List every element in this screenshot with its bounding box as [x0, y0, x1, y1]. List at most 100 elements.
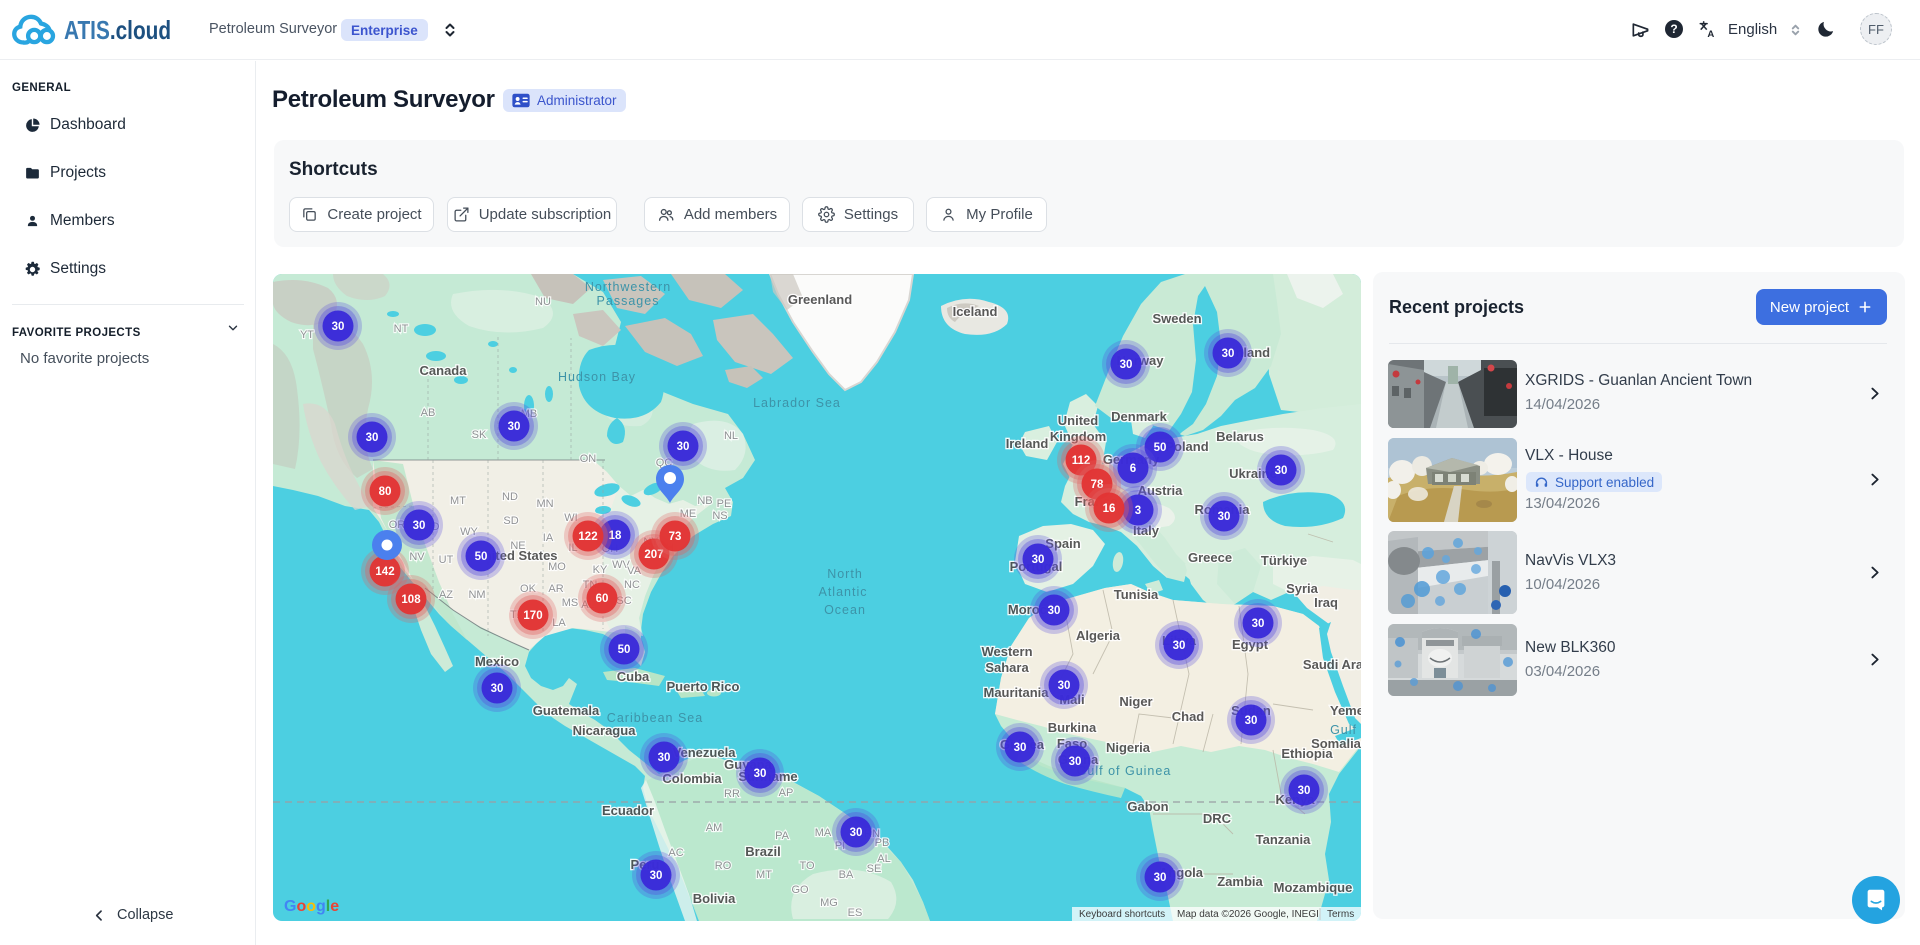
svg-text:NU: NU [535, 296, 551, 308]
svg-text:A: A [1707, 29, 1714, 39]
svg-text:United: United [1058, 413, 1099, 428]
svg-text:Keyboard shortcuts: Keyboard shortcuts [1079, 909, 1165, 920]
svg-text:50: 50 [618, 644, 631, 656]
svg-text:Sahara: Sahara [985, 660, 1029, 675]
svg-text:30: 30 [677, 441, 690, 453]
svg-text:80: 80 [379, 486, 392, 498]
svg-text:Caribbean Sea: Caribbean Sea [607, 711, 703, 725]
svg-text:Mauritania: Mauritania [983, 685, 1049, 700]
svg-text:Algeria: Algeria [1076, 628, 1121, 643]
svg-text:Mozambique: Mozambique [1274, 880, 1353, 895]
svg-text:30: 30 [366, 432, 379, 444]
svg-text:Yeme: Yeme [1330, 703, 1361, 718]
svg-text:MS: MS [562, 597, 579, 609]
svg-text:Chad: Chad [1172, 709, 1205, 724]
svg-text:MN: MN [536, 498, 553, 510]
svg-text:NL: NL [724, 430, 738, 442]
svg-text:6: 6 [1130, 463, 1136, 475]
svg-text:SD: SD [503, 515, 518, 527]
svg-text:30: 30 [1058, 680, 1071, 692]
svg-text:Northwestern: Northwestern [585, 280, 671, 294]
svg-text:Niger: Niger [1119, 694, 1152, 709]
svg-text:170: 170 [523, 610, 542, 622]
svg-text:North: North [827, 567, 863, 581]
svg-text:30: 30 [1218, 511, 1231, 523]
svg-text:Puerto Rico: Puerto Rico [667, 679, 740, 694]
svg-text:Terms: Terms [1327, 909, 1354, 920]
svg-text:MO: MO [548, 561, 566, 573]
svg-text:MG: MG [820, 897, 838, 909]
svg-text:3: 3 [1135, 505, 1141, 517]
svg-text:30: 30 [850, 827, 863, 839]
svg-text:RR: RR [724, 788, 740, 800]
svg-text:30: 30 [1245, 715, 1258, 727]
svg-text:16: 16 [1103, 503, 1116, 515]
svg-text:30: 30 [754, 768, 767, 780]
svg-text:IA: IA [543, 532, 554, 544]
svg-text:Nicaragua: Nicaragua [573, 723, 637, 738]
svg-text:MA: MA [815, 827, 832, 839]
svg-text:30: 30 [1275, 465, 1288, 477]
svg-text:NV: NV [409, 551, 425, 563]
svg-text:DRC: DRC [1203, 811, 1232, 826]
svg-text:73: 73 [669, 531, 682, 543]
svg-text:60: 60 [596, 593, 609, 605]
svg-text:30: 30 [1252, 618, 1265, 630]
svg-text:142: 142 [375, 566, 394, 578]
svg-text:Labrador Sea: Labrador Sea [753, 396, 841, 410]
svg-text:AB: AB [421, 407, 436, 419]
svg-text:Tanzania: Tanzania [1256, 832, 1311, 847]
svg-text:AZ: AZ [439, 589, 453, 601]
svg-text:TO: TO [799, 860, 815, 872]
svg-text:ND: ND [502, 491, 518, 503]
svg-text:30: 30 [1048, 605, 1061, 617]
svg-text:Ecuador: Ecuador [602, 803, 654, 818]
svg-text:30: 30 [1014, 742, 1027, 754]
svg-text:Google: Google [284, 898, 339, 915]
svg-text:Atlantic: Atlantic [819, 585, 868, 599]
svg-text:Hudson Bay: Hudson Bay [558, 370, 636, 384]
svg-text:30: 30 [1173, 640, 1186, 652]
svg-text:NC: NC [624, 579, 640, 591]
svg-text:PA: PA [775, 830, 790, 842]
svg-text:Bolivia: Bolivia [693, 891, 736, 906]
svg-text:Türkiye: Türkiye [1261, 553, 1307, 568]
svg-text:SK: SK [472, 429, 487, 441]
svg-text:NM: NM [468, 589, 485, 601]
svg-text:UT: UT [439, 554, 454, 566]
svg-text:NE: NE [510, 540, 525, 552]
svg-text:SE: SE [867, 863, 882, 875]
svg-text:Saudi Arab: Saudi Arab [1303, 657, 1361, 672]
svg-text:108: 108 [401, 594, 421, 606]
svg-text:Greenland: Greenland [788, 292, 852, 307]
svg-text:Guatemala: Guatemala [533, 703, 600, 718]
svg-text:PE: PE [717, 498, 732, 510]
svg-text:Somalia: Somalia [1311, 736, 1361, 751]
svg-text:NB: NB [697, 495, 712, 507]
svg-text:Greece: Greece [1188, 550, 1232, 565]
svg-text:Gulf of: Gulf of [1330, 723, 1361, 737]
svg-text:30: 30 [508, 421, 521, 433]
svg-text:50: 50 [475, 551, 488, 563]
svg-text:Canada: Canada [420, 363, 468, 378]
svg-text:30: 30 [491, 683, 504, 695]
svg-text:30: 30 [1032, 554, 1045, 566]
svg-text:30: 30 [1069, 756, 1082, 768]
svg-text:GO: GO [791, 884, 809, 896]
svg-text:30: 30 [413, 520, 426, 532]
svg-text:30: 30 [1120, 359, 1133, 371]
svg-text:30: 30 [332, 321, 345, 333]
svg-text:ES: ES [848, 907, 863, 919]
svg-text:NT: NT [394, 323, 409, 335]
svg-text:30: 30 [650, 870, 663, 882]
svg-text:AM: AM [706, 822, 723, 834]
svg-text:Iceland: Iceland [953, 304, 998, 319]
svg-text:122: 122 [578, 531, 597, 543]
svg-text:Gabon: Gabon [1127, 799, 1168, 814]
svg-text:BA: BA [839, 869, 854, 881]
svg-text:Syria: Syria [1286, 581, 1319, 596]
svg-text:RO: RO [715, 860, 732, 872]
svg-text:Ireland: Ireland [1006, 436, 1049, 451]
svg-text:Belarus: Belarus [1216, 429, 1264, 444]
svg-text:Passages: Passages [597, 294, 660, 308]
